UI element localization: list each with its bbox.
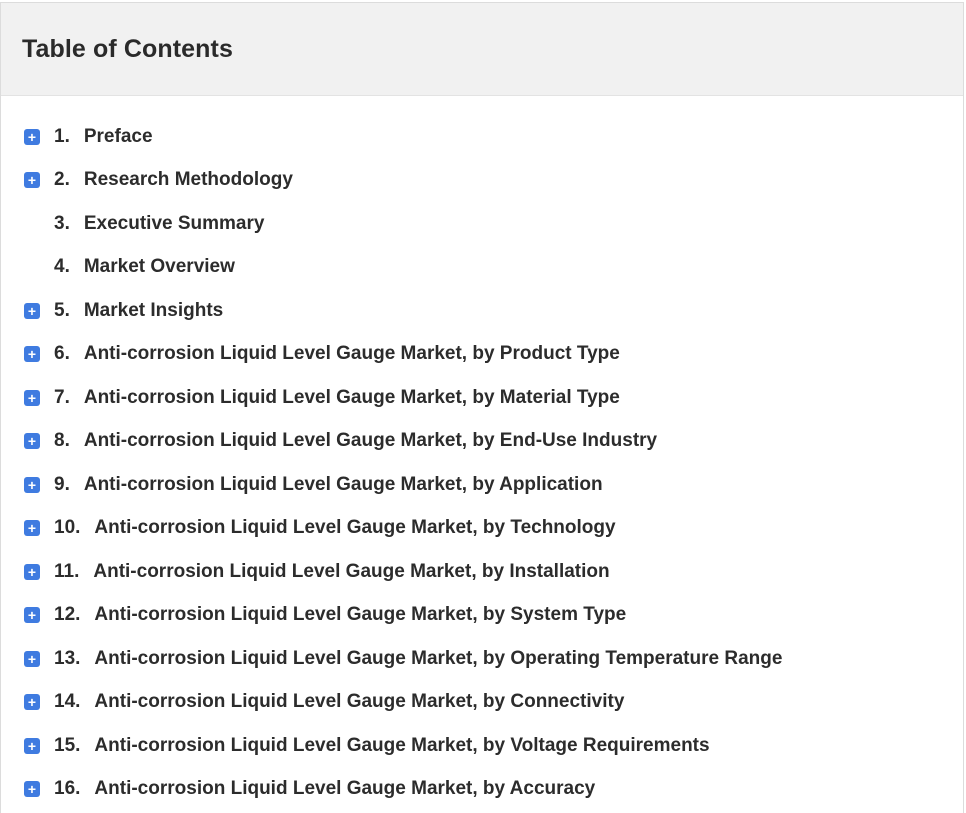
- toc-item[interactable]: +12. Anti-corrosion Liquid Level Gauge Ma…: [1, 594, 963, 638]
- toc-item-label[interactable]: Anti-corrosion Liquid Level Gauge Market…: [84, 343, 620, 365]
- toc-item[interactable]: +15. Anti-corrosion Liquid Level Gauge Ma…: [1, 724, 963, 768]
- toc-item[interactable]: +9. Anti-corrosion Liquid Level Gauge Mar…: [1, 463, 963, 507]
- plus-icon[interactable]: +: [24, 433, 40, 450]
- toc-item-number: 10.: [54, 517, 81, 539]
- toc-item-label[interactable]: Executive Summary: [84, 213, 265, 235]
- toc-item-number: 3.: [54, 212, 70, 234]
- plus-icon[interactable]: +: [24, 346, 40, 363]
- toc-item[interactable]: +14. Anti-corrosion Liquid Level Gauge Ma…: [1, 681, 963, 725]
- toc-item-number: 4.: [54, 256, 70, 278]
- toc-title: Table of Contents: [22, 34, 233, 63]
- plus-icon[interactable]: +: [24, 172, 40, 189]
- toc-item-number: 8.: [54, 430, 70, 452]
- plus-icon[interactable]: +: [24, 781, 40, 798]
- toc-list: +1. Preface +2. Research Methodology 3. Execu…: [1, 115, 963, 811]
- toc-item-label[interactable]: Market Overview: [84, 256, 235, 278]
- toc-item[interactable]: 4. Market Overview: [1, 246, 963, 290]
- toc-item-number: 16.: [54, 778, 81, 800]
- toc-panel: Table of Contents +1. Preface +2. Research …: [0, 2, 964, 813]
- toc-item-number: 11.: [54, 560, 80, 582]
- toc-item-number: 14.: [54, 691, 81, 713]
- plus-icon[interactable]: +: [24, 607, 40, 624]
- toc-item-label[interactable]: Anti-corrosion Liquid Level Gauge Market…: [94, 735, 709, 757]
- toc-item-number: 9.: [54, 473, 70, 495]
- toc-item-number: 13.: [54, 647, 81, 669]
- plus-icon[interactable]: +: [24, 520, 40, 537]
- toc-item-label[interactable]: Anti-corrosion Liquid Level Gauge Market…: [94, 778, 595, 800]
- toc-item[interactable]: +1. Preface: [1, 115, 963, 159]
- toc-item-number: 7.: [54, 386, 70, 408]
- toc-item[interactable]: +16. Anti-corrosion Liquid Level Gauge Ma…: [1, 768, 963, 812]
- toc-item[interactable]: +13. Anti-corrosion Liquid Level Gauge Ma…: [1, 637, 963, 681]
- toc-item-label[interactable]: Anti-corrosion Liquid Level Gauge Market…: [94, 517, 615, 539]
- toc-item-number: 5.: [54, 299, 70, 321]
- toc-item[interactable]: +7. Anti-corrosion Liquid Level Gauge Mar…: [1, 376, 963, 420]
- toc-item[interactable]: +2. Research Methodology: [1, 159, 963, 203]
- plus-icon[interactable]: +: [24, 128, 40, 145]
- plus-icon[interactable]: +: [24, 563, 40, 580]
- toc-item[interactable]: +8. Anti-corrosion Liquid Level Gauge Mar…: [1, 420, 963, 464]
- toc-item-label[interactable]: Anti-corrosion Liquid Level Gauge Market…: [84, 387, 620, 409]
- plus-icon[interactable]: +: [24, 694, 40, 711]
- toc-item-number: 1.: [54, 125, 70, 147]
- plus-icon[interactable]: +: [24, 389, 40, 406]
- toc-item[interactable]: +6. Anti-corrosion Liquid Level Gauge Mar…: [1, 333, 963, 377]
- toc-item-label[interactable]: Anti-corrosion Liquid Level Gauge Market…: [94, 691, 624, 713]
- toc-header: Table of Contents: [1, 3, 963, 96]
- toc-item-label[interactable]: Anti-corrosion Liquid Level Gauge Market…: [93, 561, 609, 583]
- toc-item[interactable]: +10. Anti-corrosion Liquid Level Gauge Ma…: [1, 507, 963, 551]
- toc-item-number: 6.: [54, 343, 70, 365]
- toc-item[interactable]: +5. Market Insights: [1, 289, 963, 333]
- toc-item-number: 15.: [54, 734, 81, 756]
- toc-item[interactable]: 3. Executive Summary: [1, 202, 963, 246]
- toc-item[interactable]: +11. Anti-corrosion Liquid Level Gauge Ma…: [1, 550, 963, 594]
- toc-item-label[interactable]: Anti-corrosion Liquid Level Gauge Market…: [94, 604, 626, 626]
- toc-item-label[interactable]: Preface: [84, 126, 153, 148]
- toc-item-label[interactable]: Market Insights: [84, 300, 223, 322]
- plus-icon[interactable]: +: [24, 476, 40, 493]
- toc-item-label[interactable]: Research Methodology: [84, 169, 293, 191]
- plus-icon[interactable]: +: [24, 650, 40, 667]
- toc-item-number: 12.: [54, 604, 81, 626]
- plus-icon[interactable]: +: [24, 737, 40, 754]
- toc-item-number: 2.: [54, 169, 70, 191]
- toc-item-label[interactable]: Anti-corrosion Liquid Level Gauge Market…: [84, 474, 603, 496]
- toc-item-label[interactable]: Anti-corrosion Liquid Level Gauge Market…: [84, 430, 657, 452]
- plus-icon[interactable]: +: [24, 302, 40, 319]
- toc-item-label[interactable]: Anti-corrosion Liquid Level Gauge Market…: [94, 648, 782, 670]
